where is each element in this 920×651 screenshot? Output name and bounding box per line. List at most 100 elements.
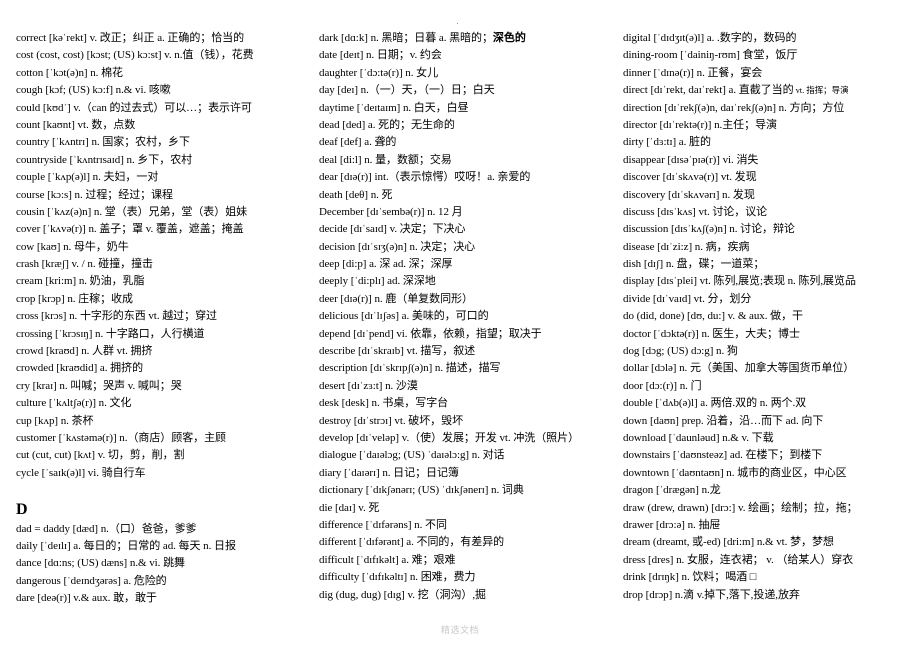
entry-text: download [ˈdaunləud] n.& v. 下载: [623, 431, 774, 444]
entry-text: dress [dres] n. 女服，连衣裙； v. （给某人）穿衣: [623, 553, 854, 566]
vocab-entry: divide [dɪˈvaɪd] vt. 分，划分: [623, 291, 915, 308]
entry-text: date [deɪt] n. 日期；v. 约会: [319, 49, 442, 62]
vocab-entry: couple [ˈkʌp(ə)l] n. 夫妇，一对: [16, 169, 308, 186]
column-3: digital [ˈdɪdʒɪt(ə)l] a. .数字的，数码的 dining-…: [623, 30, 915, 604]
vocab-entry: digital [ˈdɪdʒɪt(ə)l] a. .数字的，数码的: [623, 30, 915, 47]
entry-text: dance [dɑ:ns; (US) dæns] n.& vi. 跳舞: [16, 557, 185, 570]
vocab-entry: desk [desk] n. 书桌，写字台: [319, 395, 611, 412]
entry-text: disappear [dɪsəˈpɪə(r)] vi. 消失: [623, 153, 759, 166]
vocab-entry: cream [kri:m] n. 奶油，乳脂: [16, 273, 308, 290]
header-mark: [457, 23, 458, 24]
entry-text: deeply [ˈdi:plɪ] ad. 深深地: [319, 275, 436, 288]
vocab-entry: cotton [ˈkɔt(ə)n] n. 棉花: [16, 65, 308, 82]
entry-text: draw (drew, drawn) [drɔ:] v. 绘画；绘制；拉，拖；: [623, 501, 858, 514]
vocab-entry: dress [dres] n. 女服，连衣裙； v. （给某人）穿衣: [623, 552, 915, 569]
vocab-entry: deaf [def] a. 聋的: [319, 134, 611, 151]
entry-text: door [dɔ:(r)] n. 门: [623, 379, 702, 392]
vocab-entry: dark [dɑ:k] n. 黑暗；日暮 a. 黑暗的；深色的: [319, 30, 611, 47]
document-page: correct [kəˈrekt] v. 改正；纠正 a. 正确的；恰当的 cos…: [0, 0, 920, 651]
vocab-entry: cousin [ˈkʌz(ə)n] n. 堂（表）兄弟，堂（表）姐妹: [16, 204, 308, 221]
entry-text: dead [ded] a. 死的；无生命的: [319, 118, 455, 131]
entry-text: customer [ˈkʌstəmə(r)] n.（商店）顾客，主顾: [16, 431, 227, 444]
vocab-entry: discover [dɪˈskʌvə(r)] vt. 发现: [623, 169, 915, 186]
entry-text: deal [di:l] n. 量，数额；交易: [319, 153, 452, 166]
vocab-entry: dragon [ˈdrægən] n.龙: [623, 482, 915, 499]
entry-text: December [dɪˈsembə(r)] n. 12 月: [319, 205, 463, 218]
entry-text: disease [dɪˈzi:z] n. 病，疾病: [623, 240, 750, 253]
entry-text: culture [ˈkʌltʃə(r)] n. 文化: [16, 397, 132, 410]
vocab-entry: discussion [dɪsˈkʌʃ(ə)n] n. 讨论，辩论: [623, 221, 915, 238]
entry-text: dragon [ˈdrægən] n.龙: [623, 484, 721, 497]
vocab-entry: desert [dɪˈzɜ:t] n. 沙漠: [319, 378, 611, 395]
vocab-entry: dance [dɑ:ns; (US) dæns] n.& vi. 跳舞: [16, 555, 308, 572]
entry-text: different [ˈdɪfərənt] a. 不同的，有差异的: [319, 536, 505, 549]
vocab-entry: deer [dɪə(r)] n. 鹿（单复数同形）: [319, 291, 611, 308]
entry-text: drawer [drɔ:ə] n. 抽屉: [623, 518, 721, 531]
entry-text: country [ˈkʌntrɪ] n. 国家；农村，乡下: [16, 136, 190, 149]
vocab-entry: day [deɪ] n.（一）天，（一）日；白天: [319, 82, 611, 99]
entry-text: cotton [ˈkɔt(ə)n] n. 棉花: [16, 66, 123, 79]
vocab-entry: delicious [dɪˈlɪʃəs] a. 美味的，可口的: [319, 308, 611, 325]
entry-text: discover [dɪˈskʌvə(r)] vt. 发现: [623, 171, 757, 184]
vocab-entry: drink [drɪŋk] n. 饮料；喝酒 □: [623, 569, 915, 586]
entry-text: discovery [dɪˈskʌvərɪ] n. 发现: [623, 188, 755, 201]
entry-text: crowded [kraʊdid] a. 拥挤的: [16, 362, 144, 375]
entry-text: dirty [ˈdɜ:tɪ] a. 脏的: [623, 136, 711, 149]
vocab-entry: crop [krɔp] n. 庄稼；收成: [16, 291, 308, 308]
vocab-entry: decision [dɪˈsɪʒ(ə)n] n. 决定；决心: [319, 239, 611, 256]
vocab-entry: door [dɔ:(r)] n. 门: [623, 378, 915, 395]
entry-text: dig (dug, dug) [dɪg] v. 挖（洞沟）,掘: [319, 588, 487, 601]
vocab-entry: dream (dreamt, 或-ed) [dri:m] n.& vt. 梦，梦…: [623, 534, 915, 551]
entry-text: downstairs [ˈdaʊnsteəz] ad. 在楼下；到楼下: [623, 449, 823, 462]
entry-bold-text: 深色的: [492, 32, 526, 44]
entry-text: dish [dɪʃ] n. 盘，碟；一道菜；: [623, 258, 765, 271]
entry-text: cut (cut, cut) [kʌt] v. 切，剪，削，割: [16, 449, 185, 462]
entry-text: deer [dɪə(r)] n. 鹿（单复数同形）: [319, 292, 473, 305]
entry-text: discuss [dɪsˈkʌs] vt. 讨论，议论: [623, 205, 768, 218]
footer-watermark: 精选文档: [440, 626, 479, 636]
entry-text: develop [dɪˈveləp] v.（使）发展；开发 vt. 冲洗（照片）: [319, 431, 580, 444]
entry-text: daily [ˈdeɪlɪ] a. 每日的；日常的 ad. 每天 n. 日报: [16, 539, 236, 552]
vocab-entry: cow [kaʊ] n. 母牛，奶牛: [16, 239, 308, 256]
vocab-entry: culture [ˈkʌltʃə(r)] n. 文化: [16, 395, 308, 412]
entry-text: dangerous [ˈdeɪndʒərəs] a. 危险的: [16, 574, 167, 587]
vocab-entry: downtown [ˈdaʊntaʊn] n. 城市的商业区，中心区: [623, 465, 915, 482]
vocab-entry: daily [ˈdeɪlɪ] a. 每日的；日常的 ad. 每天 n. 日报: [16, 538, 308, 555]
vocab-entry: dining-room [ˈdainiŋ-rʊm] 食堂，饭厅: [623, 47, 915, 64]
vocab-entry: depend [dɪˈpend] vi. 依靠，依赖，指望；取决于: [319, 326, 611, 343]
vocab-entry: develop [dɪˈveləp] v.（使）发展；开发 vt. 冲洗（照片）: [319, 430, 611, 447]
vocab-entry: deep [di:p] a. 深 ad. 深；深厚: [319, 256, 611, 273]
entry-text: course [kɔ:s] n. 过程；经过；课程: [16, 188, 174, 201]
vocab-entry: display [dɪsˈplei] vt. 陈列,展览;表现 n. 陈列,展览…: [623, 273, 915, 290]
vocab-entry: crowded [kraʊdid] a. 拥挤的: [16, 360, 308, 377]
vocab-entry: death [deθ] n. 死: [319, 187, 611, 204]
vocab-entry: dear [dɪə(r)] int.（表示惊愕）哎呀！a. 亲爱的: [319, 169, 611, 186]
entry-text: dog [dɔg; (US) dɔ:g] n. 狗: [623, 345, 738, 358]
entry-text: dear [dɪə(r)] int.（表示惊愕）哎呀！a. 亲爱的: [319, 171, 531, 184]
vocab-entry: dirty [ˈdɜ:tɪ] a. 脏的: [623, 134, 915, 151]
vocab-entry: dad = daddy [dæd] n.（口）爸爸，爹爹: [16, 521, 308, 538]
entry-text: dictionary [ˈdɪkʃənərɪ; (US) ˈdɪkʃənerɪ]…: [319, 484, 524, 497]
vocab-entry: different [ˈdɪfərənt] a. 不同的，有差异的: [319, 534, 611, 551]
vocab-entry: cross [krɔs] n. 十字形的东西 vt. 越过；穿过: [16, 308, 308, 325]
entry-text: difference [ˈdɪfərəns] n. 不同: [319, 518, 447, 531]
vocab-entry: downstairs [ˈdaʊnsteəz] ad. 在楼下；到楼下: [623, 447, 915, 464]
vocab-entry: deal [di:l] n. 量，数额；交易: [319, 152, 611, 169]
vocab-entry: dig (dug, dug) [dɪg] v. 挖（洞沟）,掘: [319, 587, 611, 604]
entry-text: count [kaʊnt] vt. 数，点数: [16, 118, 136, 131]
section-heading-letter: D: [16, 500, 28, 518]
vocab-entry: dialogue [ˈdaɪəlɔg; (US) ˈdaɪəlɔ:g] n. 对…: [319, 447, 611, 464]
entry-text: could [kʊdˈ] v.（can 的过去式）可以…；表示许可: [16, 101, 252, 114]
entry-text: cream [kri:m] n. 奶油，乳脂: [16, 275, 145, 288]
vocab-entry: dollar [dɔlə] n. 元（美国、加拿大等国货币单位）: [623, 360, 915, 377]
entry-text: drop [drɔp] n.滴 v.掉下,落下,投递,放弃: [623, 588, 800, 601]
entry-text: cow [kaʊ] n. 母牛，奶牛: [16, 240, 129, 253]
vocab-entry: crowd [kraʊd] n. 人群 vt. 拥挤: [16, 343, 308, 360]
vocab-entry: cover [ˈkʌvə(r)] n. 盖子；罩 v. 覆盖，遮盖；掩盖: [16, 221, 308, 238]
entry-text: drink [drɪŋk] n. 饮料；喝酒 □: [623, 571, 757, 584]
entry-text: dare [deə(r)] v.& aux. 敢，敢于: [16, 592, 157, 605]
entry-text: director [dɪˈrektə(r)] n.主任；导演: [623, 118, 777, 131]
vocab-entry: dinner [ˈdɪnə(r)] n. 正餐，宴会: [623, 65, 915, 82]
entry-text: die [daɪ] v. 死: [319, 501, 380, 514]
entry-text: digital [ˈdɪdʒɪt(ə)l] a. .数字的，数码的: [623, 32, 797, 44]
